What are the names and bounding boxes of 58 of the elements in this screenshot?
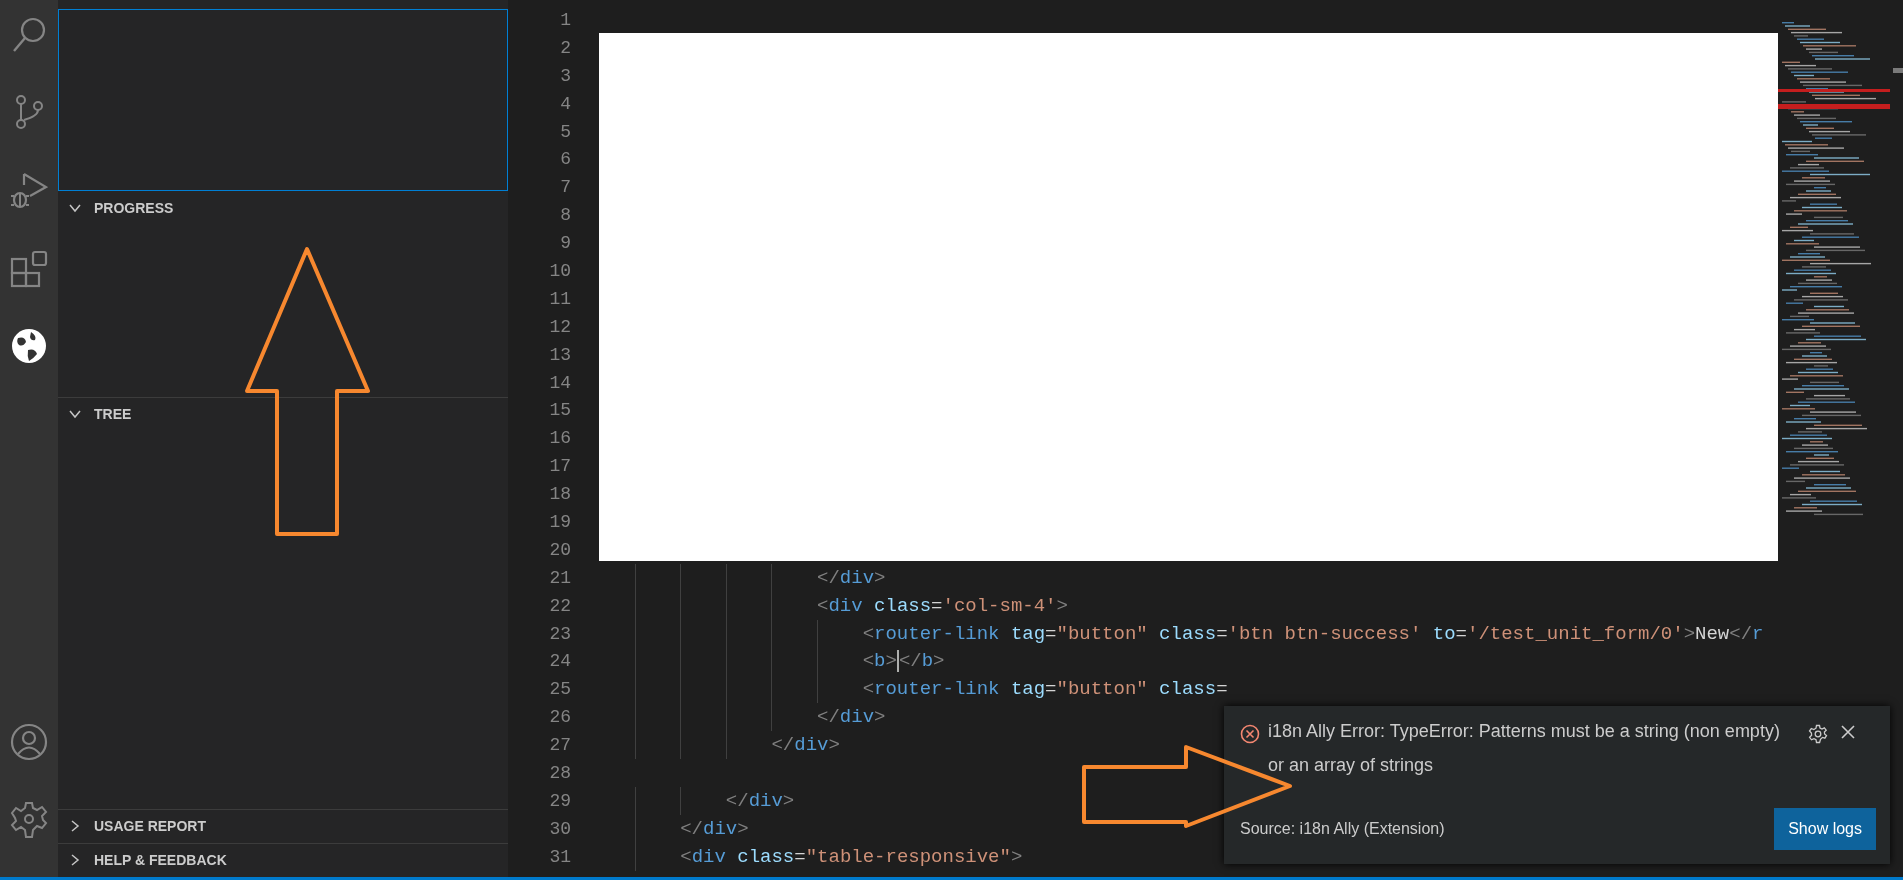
code-line: </div> (589, 731, 840, 760)
line-number: 28 (548, 763, 571, 783)
notification-message: i18n Ally Error: TypeError: Patterns must be a string (non empty) or an array of strings (1268, 720, 1781, 777)
line-number: 4 (559, 93, 571, 114)
section-header[interactable]: TREE (58, 398, 508, 430)
line-number: 17 (548, 456, 571, 477)
line-number: 27 (548, 735, 571, 756)
section-header[interactable]: HELP & FEEDBACK (58, 844, 508, 875)
account-icon (10, 723, 48, 761)
line-number: 9 (559, 233, 571, 254)
show-logs-button[interactable]: Show logs (1774, 808, 1876, 850)
line-number: 25 (548, 679, 571, 700)
section-header[interactable]: PROGRESS (58, 192, 508, 223)
run-debug-icon (10, 172, 48, 210)
code-line: <router-link tag="button" class='btn btn-success' to='/test_unit_form/0'>New</r (589, 619, 1764, 648)
search-icon (11, 16, 47, 54)
line-number: 12 (548, 316, 571, 337)
line-number: 2 (559, 37, 571, 58)
line-number: 6 (559, 149, 571, 170)
line-number: 14 (548, 372, 571, 393)
line-number: 30 (548, 818, 571, 839)
section-header[interactable]: USAGE REPORT (58, 810, 508, 841)
code-line: </div> (589, 703, 886, 732)
extensions-icon (10, 250, 48, 288)
line-number: 13 (548, 344, 571, 365)
line-number: 3 (559, 65, 571, 86)
line-number: 5 (559, 121, 571, 142)
code-line: <router-link tag="button" class= (589, 675, 1228, 704)
scrollbar-thumb[interactable] (1893, 68, 1903, 73)
line-number: 29 (548, 790, 571, 811)
line-number: 26 (548, 707, 571, 728)
line-number: 8 (559, 205, 571, 226)
notification-source: Source: i18n Ally (Extension) (1240, 820, 1445, 838)
line-number: 31 (548, 846, 571, 867)
line-number: 11 (548, 288, 571, 309)
globe-icon (11, 328, 47, 364)
line-number: 21 (548, 567, 571, 588)
code-line: <div class='col-sm-4'> (589, 591, 1068, 620)
line-number: 22 (548, 595, 571, 616)
line-number: 7 (559, 177, 571, 198)
line-number: 20 (548, 539, 571, 560)
settings-button[interactable] (1806, 722, 1830, 746)
line-number: 19 (548, 511, 571, 532)
line-number: 15 (548, 400, 571, 421)
code-line: <b></b> (589, 647, 945, 676)
error-icon (1240, 724, 1260, 744)
code-line: <div class="table-responsive"> (589, 842, 1023, 871)
line-number: 10 (548, 260, 571, 281)
code-line: </div> (589, 814, 749, 843)
line-number: 23 (548, 623, 571, 644)
source-control-icon (14, 94, 44, 130)
code-line: </div> (589, 563, 886, 592)
line-number: 1 (559, 9, 571, 30)
code-line: </div> (589, 786, 795, 815)
line-number: 24 (548, 651, 571, 672)
settings-icon (10, 801, 48, 839)
line-number: 18 (548, 484, 571, 505)
line-number: 16 (548, 428, 571, 449)
